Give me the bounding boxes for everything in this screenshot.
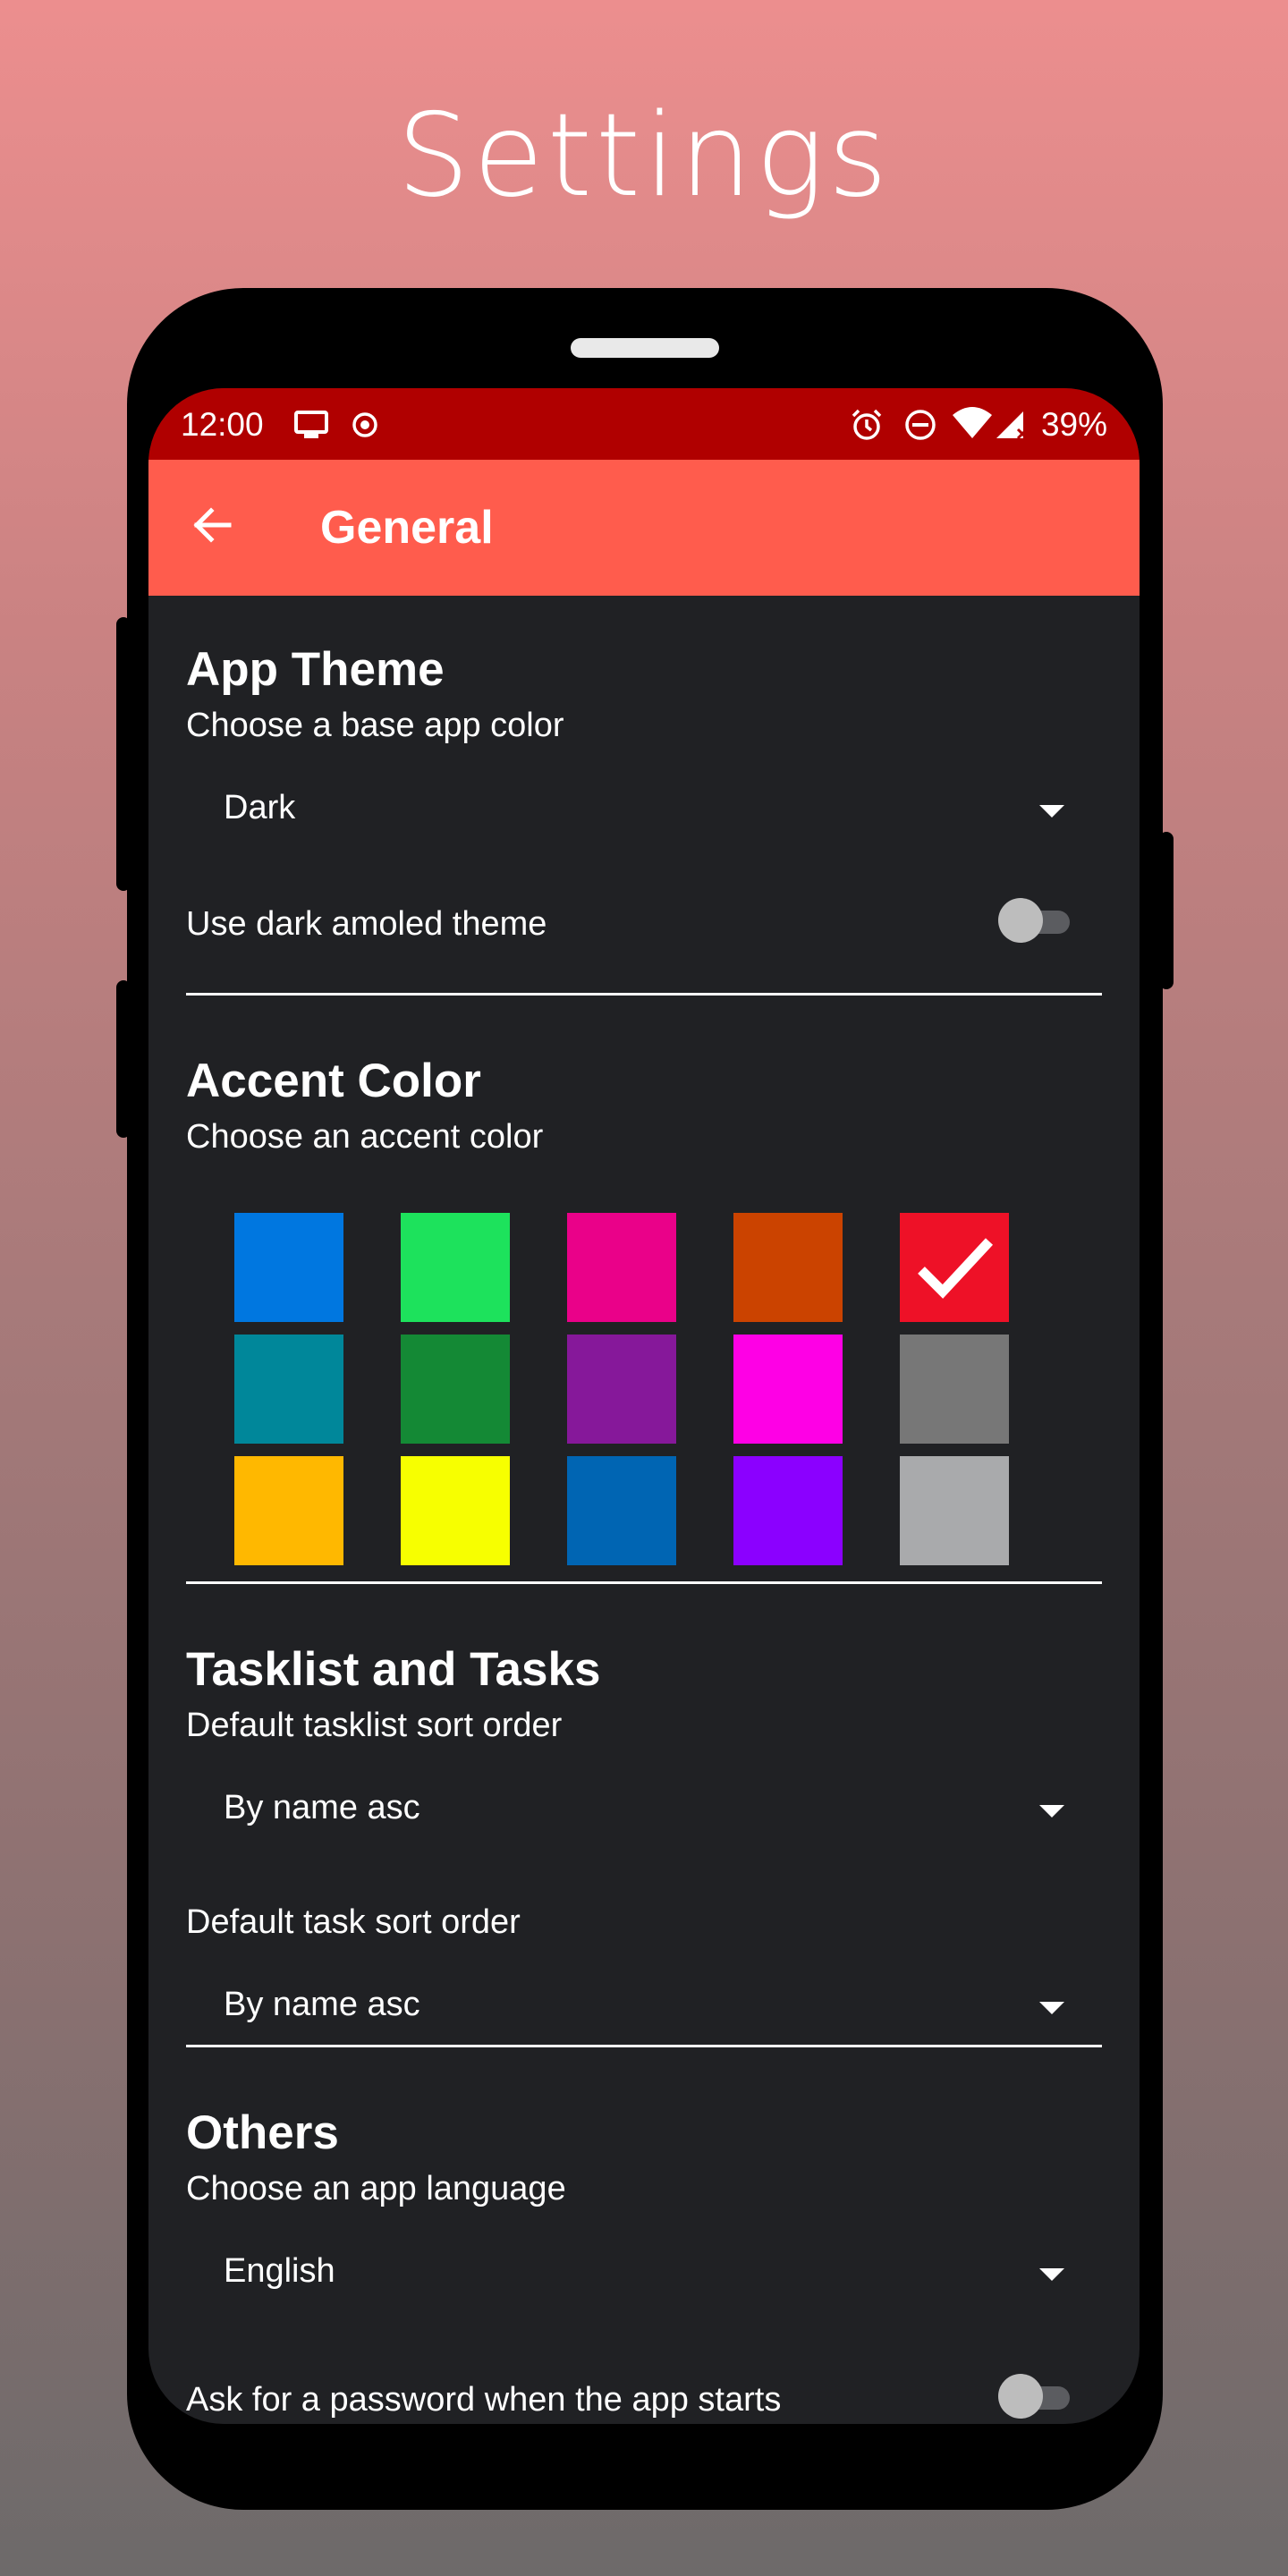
- status-bar: 12:00 39%: [148, 388, 1140, 460]
- tasklist-sort-dropdown[interactable]: By name asc: [186, 1771, 1102, 1852]
- accent-color-swatch[interactable]: [733, 1335, 843, 1444]
- record-icon: [351, 410, 379, 447]
- chevron-down-icon: [1039, 2002, 1064, 2014]
- arrow-back-icon[interactable]: [190, 503, 234, 552]
- wifi-icon: [952, 406, 993, 448]
- chevron-down-icon: [1039, 2268, 1064, 2281]
- language-value: English: [224, 2252, 335, 2290]
- amoled-theme-label: Use dark amoled theme: [186, 905, 547, 943]
- toggle-thumb: [998, 898, 1043, 943]
- signal-icon: [995, 408, 1029, 450]
- page-title: General: [320, 502, 494, 554]
- app-theme-subtitle: Choose a base app color: [186, 707, 564, 744]
- language-dropdown[interactable]: English: [186, 2234, 1102, 2315]
- others-subtitle: Choose an app language: [186, 2170, 566, 2207]
- accent-color-swatch[interactable]: [733, 1456, 843, 1565]
- app-theme-title: App Theme: [186, 643, 445, 696]
- phone-volume-up-button: [116, 617, 131, 891]
- accent-color-swatch[interactable]: [900, 1213, 1009, 1322]
- accent-color-subtitle: Choose an accent color: [186, 1118, 544, 1156]
- task-sort-dropdown[interactable]: By name asc: [186, 1968, 1102, 2048]
- tasklist-sort-value: By name asc: [224, 1789, 420, 1826]
- others-title: Others: [186, 2106, 339, 2159]
- chevron-down-icon: [1039, 805, 1064, 818]
- tasklist-title: Tasklist and Tasks: [186, 1643, 601, 1696]
- app-theme-value: Dark: [224, 789, 296, 826]
- phone-screen: 12:00 39% General App Theme Choose a bas…: [148, 388, 1140, 2424]
- accent-color-swatch[interactable]: [234, 1335, 343, 1444]
- password-on-start-toggle[interactable]: [998, 2374, 1073, 2419]
- task-sort-value: By name asc: [224, 1986, 420, 2023]
- do-not-disturb-icon: [903, 408, 937, 450]
- phone-speaker: [571, 338, 719, 358]
- accent-color-swatch[interactable]: [567, 1456, 676, 1565]
- toggle-thumb: [998, 2374, 1043, 2419]
- status-time: 12:00: [181, 406, 264, 443]
- promo-headline: Settings: [396, 89, 892, 223]
- phone-frame: 12:00 39% General App Theme Choose a bas…: [116, 288, 1174, 2510]
- task-sort-label: Default task sort order: [186, 1903, 521, 1941]
- battery-percentage: 39%: [1040, 406, 1107, 443]
- app-theme-dropdown[interactable]: Dark: [186, 771, 1102, 852]
- section-divider: [186, 993, 1102, 996]
- accent-color-swatch[interactable]: [567, 1335, 676, 1444]
- accent-color-swatch[interactable]: [401, 1213, 510, 1322]
- app-bar: General: [148, 460, 1140, 596]
- screen-cast-icon: [293, 410, 329, 448]
- accent-color-swatch[interactable]: [567, 1213, 676, 1322]
- tasklist-subtitle: Default tasklist sort order: [186, 1707, 563, 1744]
- section-divider: [186, 2045, 1102, 2047]
- password-on-start-label: Ask for a password when the app starts: [186, 2381, 782, 2419]
- accent-color-swatch[interactable]: [900, 1456, 1009, 1565]
- accent-color-swatch[interactable]: [234, 1213, 343, 1322]
- alarm-icon: [850, 408, 884, 450]
- amoled-theme-toggle[interactable]: [998, 898, 1073, 943]
- accent-color-swatch[interactable]: [900, 1335, 1009, 1444]
- checkmark-icon: [918, 1238, 994, 1299]
- phone-volume-down-button: [116, 980, 131, 1138]
- accent-color-swatch[interactable]: [401, 1456, 510, 1565]
- accent-color-swatch[interactable]: [234, 1456, 343, 1565]
- phone-power-button: [1159, 832, 1174, 989]
- accent-color-swatch[interactable]: [733, 1213, 843, 1322]
- chevron-down-icon: [1039, 1805, 1064, 1818]
- accent-color-swatch[interactable]: [401, 1335, 510, 1444]
- section-divider: [186, 1581, 1102, 1584]
- accent-color-title: Accent Color: [186, 1055, 481, 1107]
